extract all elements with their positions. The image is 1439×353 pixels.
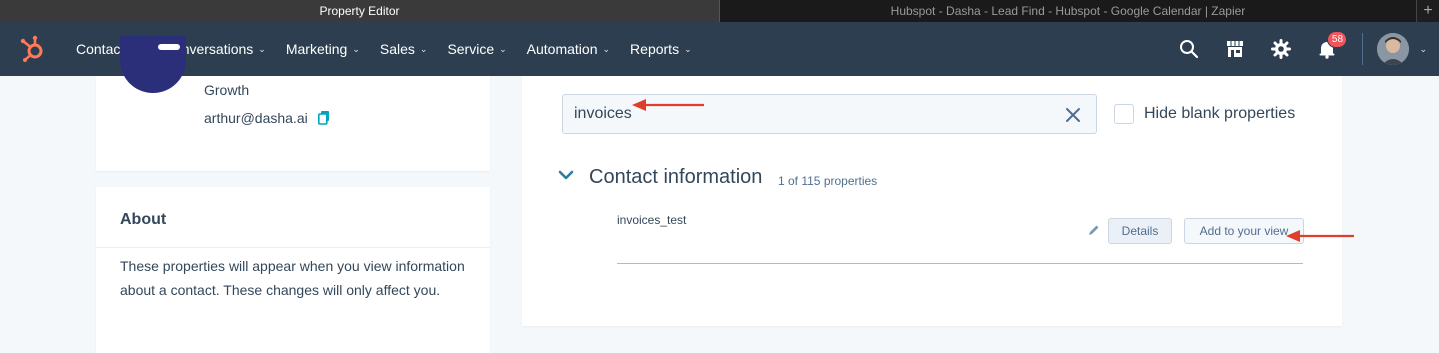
- nav-label: Automation: [526, 41, 598, 57]
- nav-label: Reports: [630, 41, 680, 57]
- chevron-down-icon: ⌄: [419, 43, 428, 54]
- nav-marketing[interactable]: Marketing ⌄: [286, 41, 360, 57]
- browser-tab-strip: Property Editor Hubspot - Dasha - Lead F…: [0, 0, 1439, 22]
- settings-icon[interactable]: [1269, 37, 1293, 61]
- pencil-icon[interactable]: [1088, 223, 1100, 235]
- chevron-down-icon: ⌄: [258, 43, 266, 54]
- about-card: About These properties will appear when …: [96, 187, 490, 353]
- contact-email: arthur@dasha.ai: [204, 110, 308, 126]
- contact-company: Growth: [204, 82, 250, 98]
- nav-sales[interactable]: Sales ⌄: [380, 41, 428, 57]
- property-divider: [617, 263, 1303, 264]
- avatar[interactable]: [1377, 33, 1410, 65]
- close-icon[interactable]: [1064, 106, 1082, 124]
- company-logo: [120, 36, 186, 93]
- nav-label: Marketing: [285, 41, 348, 57]
- section-title[interactable]: Contact information: [589, 166, 762, 189]
- nav-service[interactable]: Service ⌄: [447, 41, 506, 57]
- hubspot-logo-icon[interactable]: [18, 34, 48, 64]
- browser-tab-label: Hubspot - Dasha - Lead Find - Hubspot - …: [890, 4, 1246, 18]
- new-tab-button[interactable]: +: [1416, 0, 1439, 22]
- chevron-down-icon: ⌄: [352, 43, 360, 54]
- annotation-arrow-icon: [1286, 230, 1354, 242]
- contact-email-row: arthur@dasha.ai: [204, 110, 330, 126]
- notifications-icon[interactable]: 58: [1315, 31, 1348, 61]
- search-value: invoices: [574, 105, 632, 122]
- browser-tab-zapier[interactable]: Hubspot - Dasha - Lead Find - Hubspot - …: [719, 0, 1416, 22]
- search-icon[interactable]: [1177, 37, 1201, 61]
- nav-label: Service: [447, 41, 495, 57]
- chevron-down-icon: ⌄: [499, 43, 507, 54]
- property-name: invoices_test: [617, 213, 687, 227]
- annotation-arrow-icon: [632, 99, 704, 111]
- hide-blank-checkbox[interactable]: [1114, 104, 1134, 124]
- chevron-down-icon: ⌄: [602, 43, 611, 54]
- nav-label: Sales: [379, 41, 415, 57]
- nav-reports[interactable]: Reports ⌄: [630, 41, 692, 57]
- copy-icon[interactable]: [317, 111, 330, 125]
- browser-tab-label: Property Editor: [319, 4, 400, 18]
- about-description: These properties will appear when you vi…: [120, 258, 465, 298]
- divider: [96, 247, 490, 248]
- marketplace-icon[interactable]: [1223, 37, 1247, 61]
- plus-icon: +: [1423, 2, 1433, 19]
- chevron-down-icon: ⌄: [684, 43, 692, 54]
- contact-profile-card: Growth arthur@dasha.ai: [96, 36, 490, 171]
- chevron-down-icon[interactable]: [557, 168, 575, 182]
- notification-badge: 58: [1327, 31, 1348, 48]
- nav-utilities: 58 ⌄: [1166, 22, 1439, 76]
- nav-divider: [1362, 33, 1364, 65]
- chevron-down-icon[interactable]: ⌄: [1419, 44, 1427, 55]
- hide-blank-label[interactable]: Hide blank properties: [1144, 105, 1295, 123]
- top-navigation: Contacts⌄ Conversations⌄ Marketing⌄ Sale…: [0, 22, 1439, 76]
- nav-automation[interactable]: Automation ⌄: [527, 41, 610, 57]
- details-button[interactable]: Details: [1108, 218, 1172, 244]
- about-title: About: [120, 211, 167, 228]
- section-count: 1 of 115 properties: [778, 174, 878, 188]
- browser-tab-property-editor[interactable]: Property Editor: [0, 0, 719, 22]
